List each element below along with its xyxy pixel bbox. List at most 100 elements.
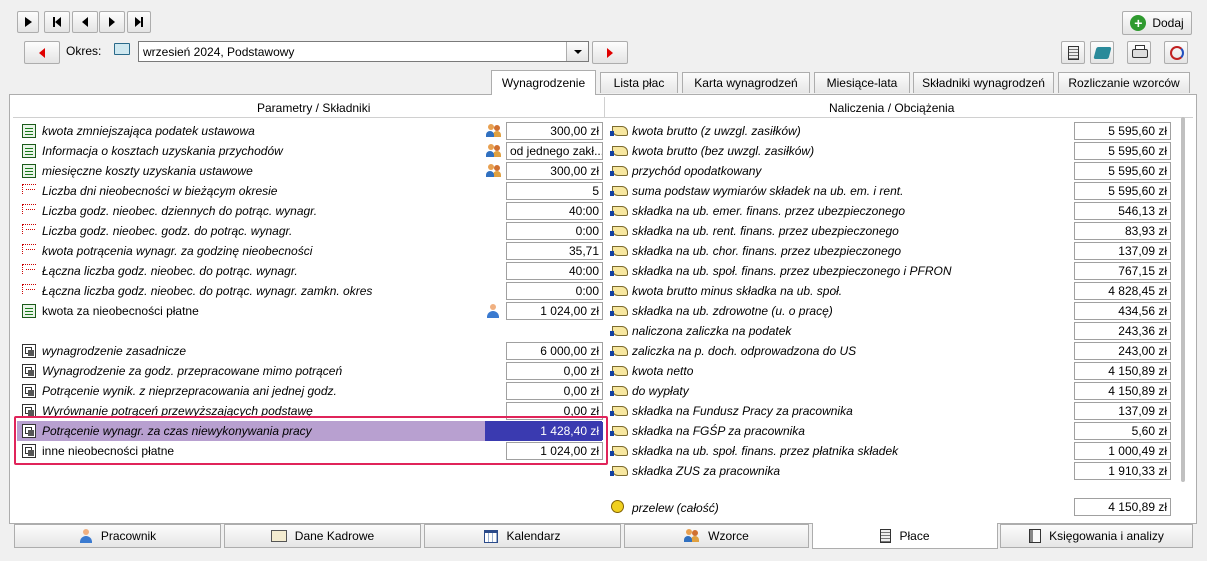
left-row-value[interactable]: 35,71 [506,242,603,260]
tab-wynagrodzenie[interactable]: Wynagrodzenie [491,70,596,95]
right-row-value[interactable]: 4 828,45 zł [1074,282,1171,300]
right-row-label[interactable]: składka na ub. społ. finans. przez płatn… [632,441,898,461]
left-row-label[interactable]: Łączna liczba godz. nieobec. do potrąc. … [42,281,372,301]
left-row-value[interactable]: 40:00 [506,202,603,220]
right-row-label[interactable]: kwota netto [632,361,693,381]
right-row-value[interactable]: 434,56 zł [1074,302,1171,320]
right-row-label[interactable]: do wypłaty [632,381,689,401]
bottom-tab-wzorce[interactable]: Wzorce [624,524,809,548]
first-record-button[interactable] [17,11,39,33]
left-row-label[interactable]: Liczba godz. nieobec. godz. do potrąc. w… [42,221,292,241]
book-icon [114,43,130,55]
add-button[interactable]: + Dodaj [1122,11,1192,35]
bottom-tab-dane-kadrowe[interactable]: Dane Kadrowe [224,524,421,548]
go-next-button[interactable] [99,11,125,33]
right-row-label[interactable]: przychód opodatkowany [632,161,761,181]
right-row-label[interactable]: składka na FGŚP za pracownika [632,421,805,441]
right-row-value[interactable]: 5,60 zł [1074,422,1171,440]
doc-icon [22,124,36,138]
left-row-value[interactable]: 6 000,00 zł [506,342,603,360]
left-row-label[interactable]: kwota za nieobecności płatne [42,301,199,321]
right-row-value[interactable]: 243,00 zł [1074,342,1171,360]
right-row-value[interactable]: 5 595,60 zł [1074,162,1171,180]
bottom-tab-place[interactable]: Płace [812,523,998,549]
tab-rozliczanie-wzorcow[interactable]: Rozliczanie wzorców [1058,72,1190,93]
tab-karta-wynagrodzen[interactable]: Karta wynagrodzeń [682,72,810,93]
right-row-label[interactable]: składka ZUS za pracownika [632,461,780,481]
left-row-value[interactable]: 0,00 zł [506,362,603,380]
books-button[interactable] [1090,41,1114,64]
printer-icon [1132,49,1148,58]
transfer-value: 4 150,89 zł [1074,498,1171,516]
left-row-label[interactable]: Informacja o kosztach uzyskania przychod… [42,141,283,161]
go-last-button[interactable] [127,11,151,33]
right-row-value[interactable]: 5 595,60 zł [1074,122,1171,140]
right-row-value[interactable]: 5 595,60 zł [1074,182,1171,200]
right-row-label[interactable]: kwota brutto minus składka na ub. społ. [632,281,842,301]
calculator-icon [1068,46,1079,60]
right-row-label[interactable]: składka na ub. chor. finans. przez ubezp… [632,241,901,261]
right-row-label[interactable]: kwota brutto (z uwzgl. zasiłków) [632,121,801,141]
right-row-label[interactable]: składka na ub. emer. finans. przez ubezp… [632,201,905,221]
right-row-value[interactable]: 1 000,49 zł [1074,442,1171,460]
right-row-label[interactable]: suma podstaw wymiarów składek na ub. em.… [632,181,903,201]
plus-icon: + [1130,15,1147,31]
right-row-value[interactable]: 546,13 zł [1074,202,1171,220]
calc-icon [22,344,36,358]
right-row-value[interactable]: 243,36 zł [1074,322,1171,340]
print-button[interactable] [1127,41,1151,64]
right-row-label[interactable]: składka na Fundusz Pracy za pracownika [632,401,853,421]
refresh-button[interactable] [1164,41,1188,64]
right-column-header: Naliczenia / Obciążenia [829,101,955,115]
right-row-label[interactable]: składka na ub. zdrowotne (u. o pracę) [632,301,833,321]
left-row-label[interactable]: Wynagrodzenie za godz. przepracowane mim… [42,361,342,381]
left-row-label[interactable]: miesięczne koszty uzyskania ustawowe [42,161,253,181]
dots-icon [22,264,36,274]
dropdown-button[interactable] [566,42,588,61]
left-row-value[interactable]: 0,00 zł [506,382,603,400]
left-row-label[interactable]: kwota zmniejszająca podatek ustawowa [42,121,255,141]
period-prev-button[interactable] [24,41,60,64]
go-first-button[interactable] [44,11,70,33]
right-row-value[interactable]: 1 910,33 zł [1074,462,1171,480]
right-row-value[interactable]: 5 595,60 zł [1074,142,1171,160]
right-row-label[interactable]: składka na ub. rent. finans. przez ubezp… [632,221,899,241]
right-row-value[interactable]: 767,15 zł [1074,262,1171,280]
right-row-value[interactable]: 4 150,89 zł [1074,382,1171,400]
transfer-label: przelew (całość) [632,501,719,515]
left-row-value[interactable]: 0:00 [506,222,603,240]
left-row-value[interactable]: od jednego zakł... [506,142,603,160]
tab-miesiace-lata[interactable]: Miesiące-lata [814,72,910,93]
tab-lista-plac[interactable]: Lista płac [600,72,678,93]
left-row-label[interactable]: kwota potrącenia wynagr. za godzinę nieo… [42,241,312,261]
right-row-label[interactable]: składka na ub. społ. finans. przez ubezp… [632,261,952,281]
left-row-label[interactable]: Liczba godz. nieobec. dziennych do potrą… [42,201,317,221]
right-row-label[interactable]: kwota brutto (bez uwzgl. zasiłków) [632,141,814,161]
left-row-value[interactable]: 40:00 [506,262,603,280]
period-select[interactable]: wrzesień 2024, Podstawowy [138,41,589,62]
left-row-label[interactable]: wynagrodzenie zasadnicze [42,341,186,361]
calculator-button[interactable] [1061,41,1085,64]
period-next-button[interactable] [592,41,628,64]
scrollbar[interactable] [1181,117,1185,482]
right-row-value[interactable]: 4 150,89 zł [1074,362,1171,380]
bottom-tab-pracownik[interactable]: Pracownik [14,524,221,548]
left-row-value[interactable]: 300,00 zł [506,162,603,180]
right-row-label[interactable]: zaliczka na p. doch. odprowadzona do US [632,341,856,361]
go-prev-button[interactable] [72,11,98,33]
right-row-value[interactable]: 83,93 zł [1074,222,1171,240]
left-row-label[interactable]: Łączna liczba godz. nieobec. do potrąc. … [42,261,298,281]
left-row-value[interactable]: 1 024,00 zł [506,302,603,320]
period-value: wrzesień 2024, Podstawowy [143,45,295,59]
tab-skladniki-wynagrodzen[interactable]: Składniki wynagrodzeń [913,72,1054,93]
right-row-label[interactable]: naliczona zaliczka na podatek [632,321,791,341]
left-row-value[interactable]: 5 [506,182,603,200]
right-row-value[interactable]: 137,09 zł [1074,242,1171,260]
left-row-label[interactable]: Potrącenie wynik. z nieprzepracowania an… [42,381,337,401]
bottom-tab-kalendarz[interactable]: Kalendarz [424,524,621,548]
bottom-tab-ksiegowania[interactable]: Księgowania i analizy [1000,524,1193,548]
left-row-label[interactable]: Liczba dni nieobecności w bieżącym okres… [42,181,277,201]
left-row-value[interactable]: 300,00 zł [506,122,603,140]
right-row-value[interactable]: 137,09 zł [1074,402,1171,420]
left-row-value[interactable]: 0:00 [506,282,603,300]
